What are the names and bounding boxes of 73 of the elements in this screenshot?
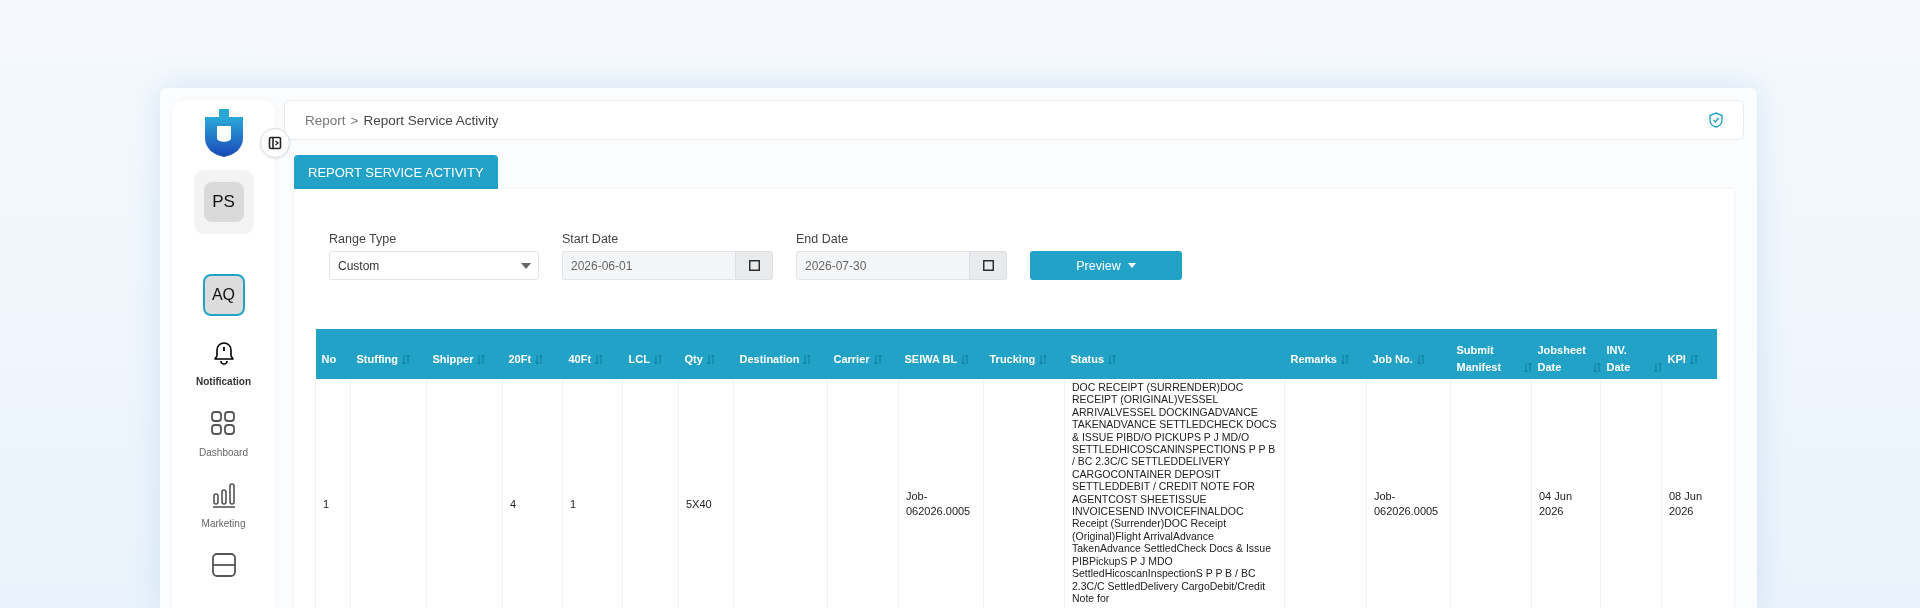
sort-icon (477, 353, 486, 365)
caret-icon (521, 262, 531, 269)
square-icon (982, 260, 994, 271)
breadcrumb-current: Report Service Activity (363, 112, 499, 128)
table-cell-text: Job-062026.0005 (906, 489, 972, 519)
column-header[interactable]: Trucking (983, 329, 1065, 379)
table-cell-text: 04 Jun 2026 (1539, 489, 1574, 519)
column-header[interactable]: Stuffing (350, 329, 427, 379)
column-header[interactable]: Destination (733, 329, 828, 379)
sort-icon (1689, 353, 1698, 365)
caret-icon (1127, 263, 1136, 268)
column-header[interactable]: Submit Manifest (1450, 329, 1532, 379)
column-header[interactable]: Job No. (1366, 329, 1451, 379)
calendar-button[interactable] (735, 251, 773, 280)
sort-icon (873, 353, 882, 365)
sort-icon (961, 353, 970, 365)
sort-icon (706, 353, 715, 365)
range-type-dropdown[interactable]: Custom (329, 251, 539, 280)
field-label: End Date (796, 232, 850, 246)
table-cell-text: Job-062026.0005 (1374, 489, 1440, 519)
sort-icon (1341, 353, 1349, 365)
nav-item[interactable]: Marketing (201, 480, 246, 529)
sidebar-toggle-icon (268, 136, 282, 150)
table-cell-text: 08 Jun 2026 (1669, 489, 1704, 519)
column-header: No (315, 329, 351, 379)
field-label: Range Type (329, 232, 398, 246)
table-cell: 1 (323, 496, 330, 512)
account-button[interactable]: AQ (202, 274, 245, 316)
column-header[interactable]: Jobsheet Date (1531, 329, 1601, 379)
table-cell: DOC RECEIPT (SURRENDER)DOC RECEIPT (ORIGINAL)VESSEL ARRIVALVESSEL DOCKINGADVANCE TAKENADVANCE SETTLEDCHECK DOCS & ISSUE PIBD/O PICKUPS P J MD/O SETTLEDHICOSCANINSPECTIONS P P B / BC 2.3C/C SETTLEDDELIVERY CARGOCONTAINER DEPOSIT SETTLEDDEBIT / CREDIT NOTE FOR AGENTCOST SHEETISSUE INVOICESEND INVOICEFINALDOC Receipt (Surrender)DOC Receipt (Original)Flight ArrivalAdvance TakenAdvance SettledCheck Docs & Issue PIBPickupS P J MDO SettledHicoscanInspectionS P P B / BC 2.3C/C SettledDelivery CargoDebit/Credit Note for (1072, 381, 1277, 605)
sort-icon (1039, 353, 1048, 365)
column-header[interactable]: 40Ft (562, 329, 623, 379)
column-header[interactable]: Carrier (827, 329, 899, 379)
column-header[interactable]: Shipper (426, 329, 503, 379)
tray-icon (209, 551, 238, 579)
sort-icon (1416, 353, 1425, 365)
sort-icon (1653, 362, 1662, 373)
column-header[interactable]: Remarks (1284, 329, 1367, 379)
square-icon (748, 260, 760, 271)
column-header[interactable]: 20Ft (502, 329, 563, 379)
sort-icon (803, 353, 812, 365)
breadcrumb-link[interactable]: Report (305, 112, 346, 128)
column-header[interactable]: KPI (1661, 329, 1717, 379)
date-field[interactable]: 2026-07-30 (796, 251, 969, 280)
nav-item[interactable] (209, 551, 238, 579)
column-header[interactable]: Status (1064, 329, 1285, 379)
calendar-button[interactable] (969, 251, 1007, 280)
sort-icon (1592, 362, 1601, 373)
breadcrumb-separator: > (350, 112, 359, 128)
sort-icon (535, 353, 544, 365)
tab[interactable]: REPORT SERVICE ACTIVITY (294, 155, 498, 189)
date-field[interactable]: 2026-06-01 (562, 251, 735, 280)
nav-item[interactable]: Notification (196, 338, 251, 387)
shield-check-icon (1709, 112, 1723, 128)
logo-icon (203, 108, 244, 158)
field-label: Start Date (562, 232, 620, 246)
sort-icon (653, 353, 662, 365)
sort-icon (1108, 353, 1117, 365)
table-cell: 4 (510, 496, 517, 512)
column-header[interactable]: INV. Date (1600, 329, 1662, 379)
column-header[interactable]: Qty (678, 329, 734, 379)
table-cell: 1 (570, 496, 577, 512)
sort-icon (402, 353, 411, 365)
column-header[interactable]: LCL (622, 329, 679, 379)
sort-icon (1523, 362, 1532, 373)
column-header[interactable]: SEIWA BL (898, 329, 984, 379)
user-avatar: PS (203, 182, 244, 222)
table-cell: 5X40 (686, 496, 712, 512)
nav-item[interactable]: Dashboard (199, 409, 248, 458)
grid-icon (209, 409, 238, 437)
sidebar-toggle-button[interactable] (260, 128, 290, 158)
sort-icon (595, 353, 604, 365)
preview-button[interactable]: Preview (1030, 251, 1182, 280)
